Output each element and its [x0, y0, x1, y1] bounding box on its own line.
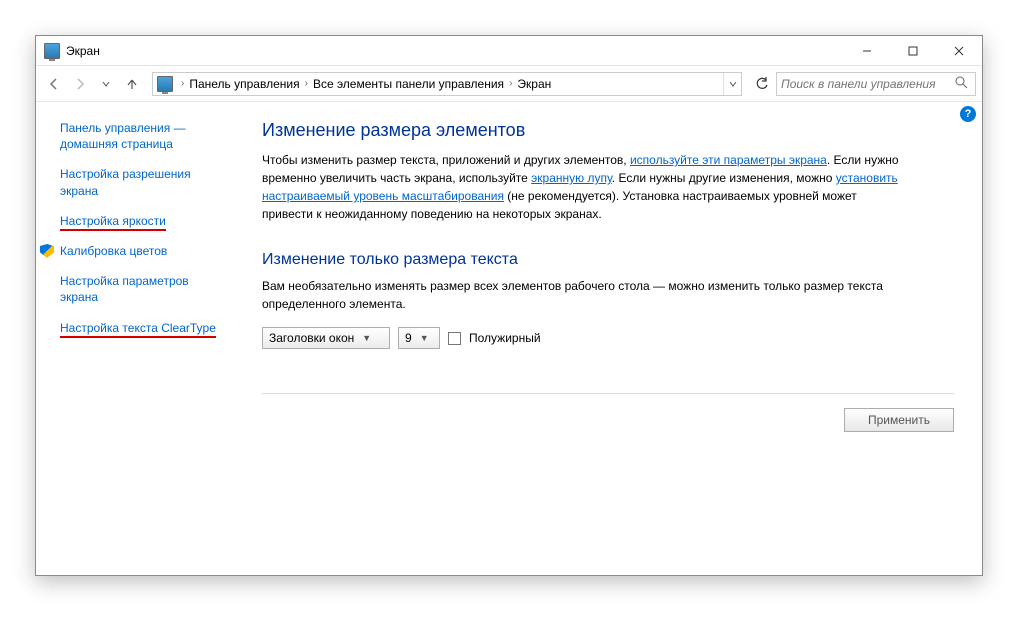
maximize-button[interactable] [890, 36, 936, 65]
checkbox-bold[interactable] [448, 332, 461, 345]
minimize-button[interactable] [844, 36, 890, 65]
select-element[interactable]: Заголовки окон ▼ [262, 327, 390, 349]
search-input[interactable] [781, 77, 955, 91]
select-size-value: 9 [405, 331, 412, 345]
apply-button[interactable]: Применить [844, 408, 954, 432]
heading-resize: Изменение размера элементов [262, 120, 954, 141]
sidebar-item-brightness[interactable]: Настройка яркости [60, 213, 250, 229]
body: ? Панель управления — домашняя страница … [36, 102, 982, 575]
monitor-icon [44, 43, 60, 59]
text-size-controls: Заголовки окон ▼ 9 ▼ Полужирный [262, 327, 954, 349]
address-dropdown[interactable] [723, 73, 741, 95]
chevron-right-icon[interactable]: › [179, 78, 186, 89]
navbar: › Панель управления › Все элементы панел… [36, 66, 982, 102]
window: Экран › Панель управления › Все элементы… [35, 35, 983, 576]
divider [262, 393, 954, 394]
sidebar-item-calibrate[interactable]: Калибровка цветов [60, 243, 250, 259]
link-display-settings[interactable]: используйте эти параметры экрана [630, 153, 827, 167]
paragraph-text-size: Вам необязательно изменять размер всех э… [262, 277, 902, 313]
sidebar: Панель управления — домашняя страница На… [36, 102, 262, 575]
search-box[interactable] [776, 72, 976, 96]
up-button[interactable] [120, 72, 144, 96]
monitor-icon [157, 76, 173, 92]
chevron-down-icon: ▼ [362, 333, 371, 343]
sidebar-item-cleartype[interactable]: Настройка текста ClearType [60, 320, 250, 336]
breadcrumb-item[interactable]: Экран [514, 77, 554, 91]
breadcrumb-item[interactable]: Все элементы панели управления [310, 77, 507, 91]
recent-dropdown[interactable] [94, 72, 118, 96]
sidebar-item-label: Настройка текста ClearType [60, 321, 216, 338]
chevron-right-icon[interactable]: › [303, 78, 310, 89]
forward-button[interactable] [68, 72, 92, 96]
window-title: Экран [66, 44, 844, 58]
refresh-button[interactable] [750, 72, 774, 96]
chevron-down-icon: ▼ [420, 333, 429, 343]
breadcrumb-item[interactable]: Панель управления [186, 77, 302, 91]
sidebar-item-resolution[interactable]: Настройка разрешения экрана [60, 166, 220, 198]
back-button[interactable] [42, 72, 66, 96]
select-size[interactable]: 9 ▼ [398, 327, 440, 349]
sidebar-item-display-settings[interactable]: Настройка параметров экрана [60, 273, 220, 305]
chevron-right-icon[interactable]: › [507, 78, 514, 89]
sidebar-home[interactable]: Панель управления — домашняя страница [60, 120, 220, 152]
close-button[interactable] [936, 36, 982, 65]
search-icon[interactable] [955, 76, 971, 92]
heading-text-size: Изменение только размера текста [262, 251, 954, 269]
titlebar: Экран [36, 36, 982, 66]
sidebar-item-label: Настройка яркости [60, 214, 166, 231]
checkbox-bold-label: Полужирный [469, 331, 541, 345]
select-element-value: Заголовки окон [269, 331, 354, 345]
link-magnifier[interactable]: экранную лупу [531, 171, 612, 185]
content: Изменение размера элементов Чтобы измени… [262, 102, 982, 575]
paragraph-resize: Чтобы изменить размер текста, приложений… [262, 151, 902, 223]
address-bar[interactable]: › Панель управления › Все элементы панел… [152, 72, 742, 96]
